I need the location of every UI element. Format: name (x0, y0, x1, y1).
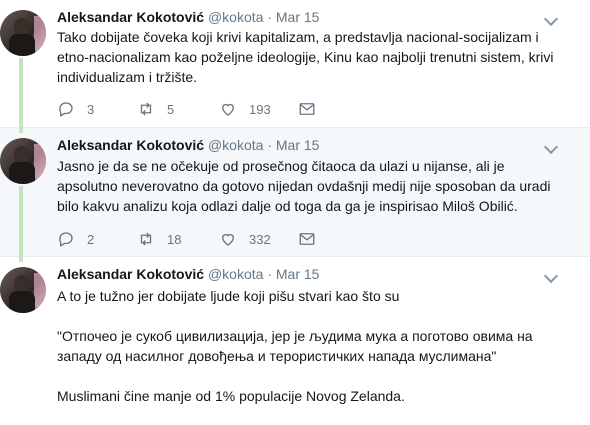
avatar[interactable] (0, 138, 46, 184)
chevron-down-icon[interactable] (543, 139, 559, 155)
envelope-icon (299, 233, 315, 245)
reply-icon (59, 232, 73, 247)
tweet-header: Aleksandar Kokotović @kokota · Mar 15 (57, 137, 319, 153)
chevron-down-icon[interactable] (543, 268, 559, 284)
like-count: 332 (249, 231, 271, 247)
reply-button[interactable]: 3 (57, 99, 94, 119)
tweet-header: Aleksandar Kokotović @kokota · Mar 15 (57, 9, 319, 25)
reply-icon (59, 102, 73, 117)
tweet-text-paragraph: Muslimani čine manje od 1% populacije No… (57, 388, 405, 404)
tweet-date[interactable]: Mar 15 (276, 9, 320, 25)
separator: · (267, 137, 272, 153)
reply-count: 3 (87, 101, 95, 117)
separator: · (267, 9, 272, 25)
tweet-date[interactable]: Mar 15 (276, 137, 320, 153)
thread-line (19, 257, 23, 262)
retweet-icon (140, 232, 152, 246)
tweet-3[interactable]: Aleksandar Kokotović @kokota · Mar 15 A … (0, 257, 590, 425)
tweet-text: Tako dobijate čoveka koji krivi kapitali… (57, 27, 557, 87)
retweet-count: 18 (167, 231, 182, 247)
like-button[interactable]: 193 (219, 99, 271, 119)
retweet-button[interactable]: 18 (137, 229, 181, 249)
tweet-text: Jasno je da se ne očekuje od prosečnog č… (57, 156, 557, 216)
author-name[interactable]: Aleksandar Kokotović (57, 9, 204, 25)
heart-icon (222, 233, 234, 246)
tweet-2[interactable]: Aleksandar Kokotović @kokota · Mar 15 Ja… (0, 128, 590, 257)
retweet-count: 5 (167, 101, 175, 117)
retweet-icon (140, 102, 152, 116)
retweet-button[interactable]: 5 (137, 99, 174, 119)
tweet-text-line: Tako dobijate čoveka koji krivi kapitali… (57, 29, 554, 85)
tweet-text: A to je tužno jer dobijate ljude koji pi… (57, 286, 557, 406)
author-handle[interactable]: @kokota (208, 9, 263, 25)
avatar[interactable] (0, 10, 46, 56)
author-name[interactable]: Aleksandar Kokotović (57, 266, 204, 282)
chevron-down-icon[interactable] (543, 11, 559, 27)
tweet-text-quote: "Отпочео је сукоб цивилизација, јер је љ… (57, 328, 533, 364)
reply-count: 2 (87, 231, 95, 247)
author-name[interactable]: Aleksandar Kokotović (57, 137, 204, 153)
thread-line (19, 128, 23, 133)
thread-line (19, 58, 23, 128)
heart-icon (222, 103, 234, 116)
tweet-text-line: Jasno je da se ne očekuje od prosečnog č… (57, 158, 551, 214)
direct-message-button[interactable] (298, 229, 316, 249)
tweet-header: Aleksandar Kokotović @kokota · Mar 15 (57, 266, 319, 282)
author-handle[interactable]: @kokota (208, 137, 263, 153)
direct-message-button[interactable] (298, 99, 316, 119)
thread-line (19, 186, 23, 257)
author-handle[interactable]: @kokota (208, 266, 263, 282)
envelope-icon (299, 103, 315, 115)
reply-button[interactable]: 2 (57, 229, 94, 249)
like-count: 193 (249, 101, 271, 117)
tweet-1[interactable]: Aleksandar Kokotović @kokota · Mar 15 Ta… (0, 0, 590, 128)
tweet-date[interactable]: Mar 15 (276, 266, 320, 282)
like-button[interactable]: 332 (219, 229, 271, 249)
tweet-text-paragraph: A to je tužno jer dobijate ljude koji pi… (57, 288, 400, 304)
separator: · (267, 266, 272, 282)
avatar[interactable] (0, 267, 46, 313)
